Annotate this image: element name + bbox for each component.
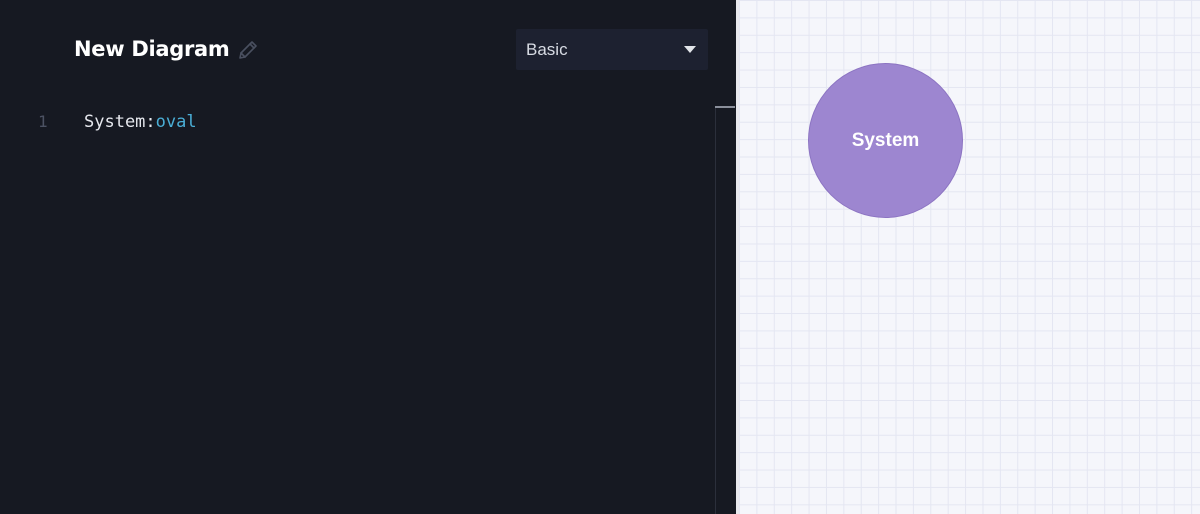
line-number: 1 <box>38 112 48 131</box>
theme-select[interactable]: Basic <box>516 29 708 70</box>
code-line[interactable]: System:oval <box>84 111 197 133</box>
chevron-down-icon <box>684 46 696 53</box>
code-separator: : <box>145 112 156 132</box>
diagram-node-label: System <box>851 129 920 151</box>
code-shape-keyword: oval <box>155 112 197 132</box>
editor-pane: New Diagram Basic 1 System:oval <box>0 0 736 514</box>
editor-scrollbar-track[interactable] <box>715 106 716 514</box>
code-node-name: System <box>84 112 146 132</box>
diagram-canvas[interactable]: System <box>739 0 1200 514</box>
editor-scrollbar-thumb[interactable] <box>715 106 735 108</box>
diagram-title[interactable]: New Diagram <box>74 34 230 64</box>
diagram-node-oval[interactable]: System <box>808 63 963 218</box>
theme-select-value: Basic <box>526 40 568 59</box>
pencil-icon[interactable] <box>236 38 260 62</box>
